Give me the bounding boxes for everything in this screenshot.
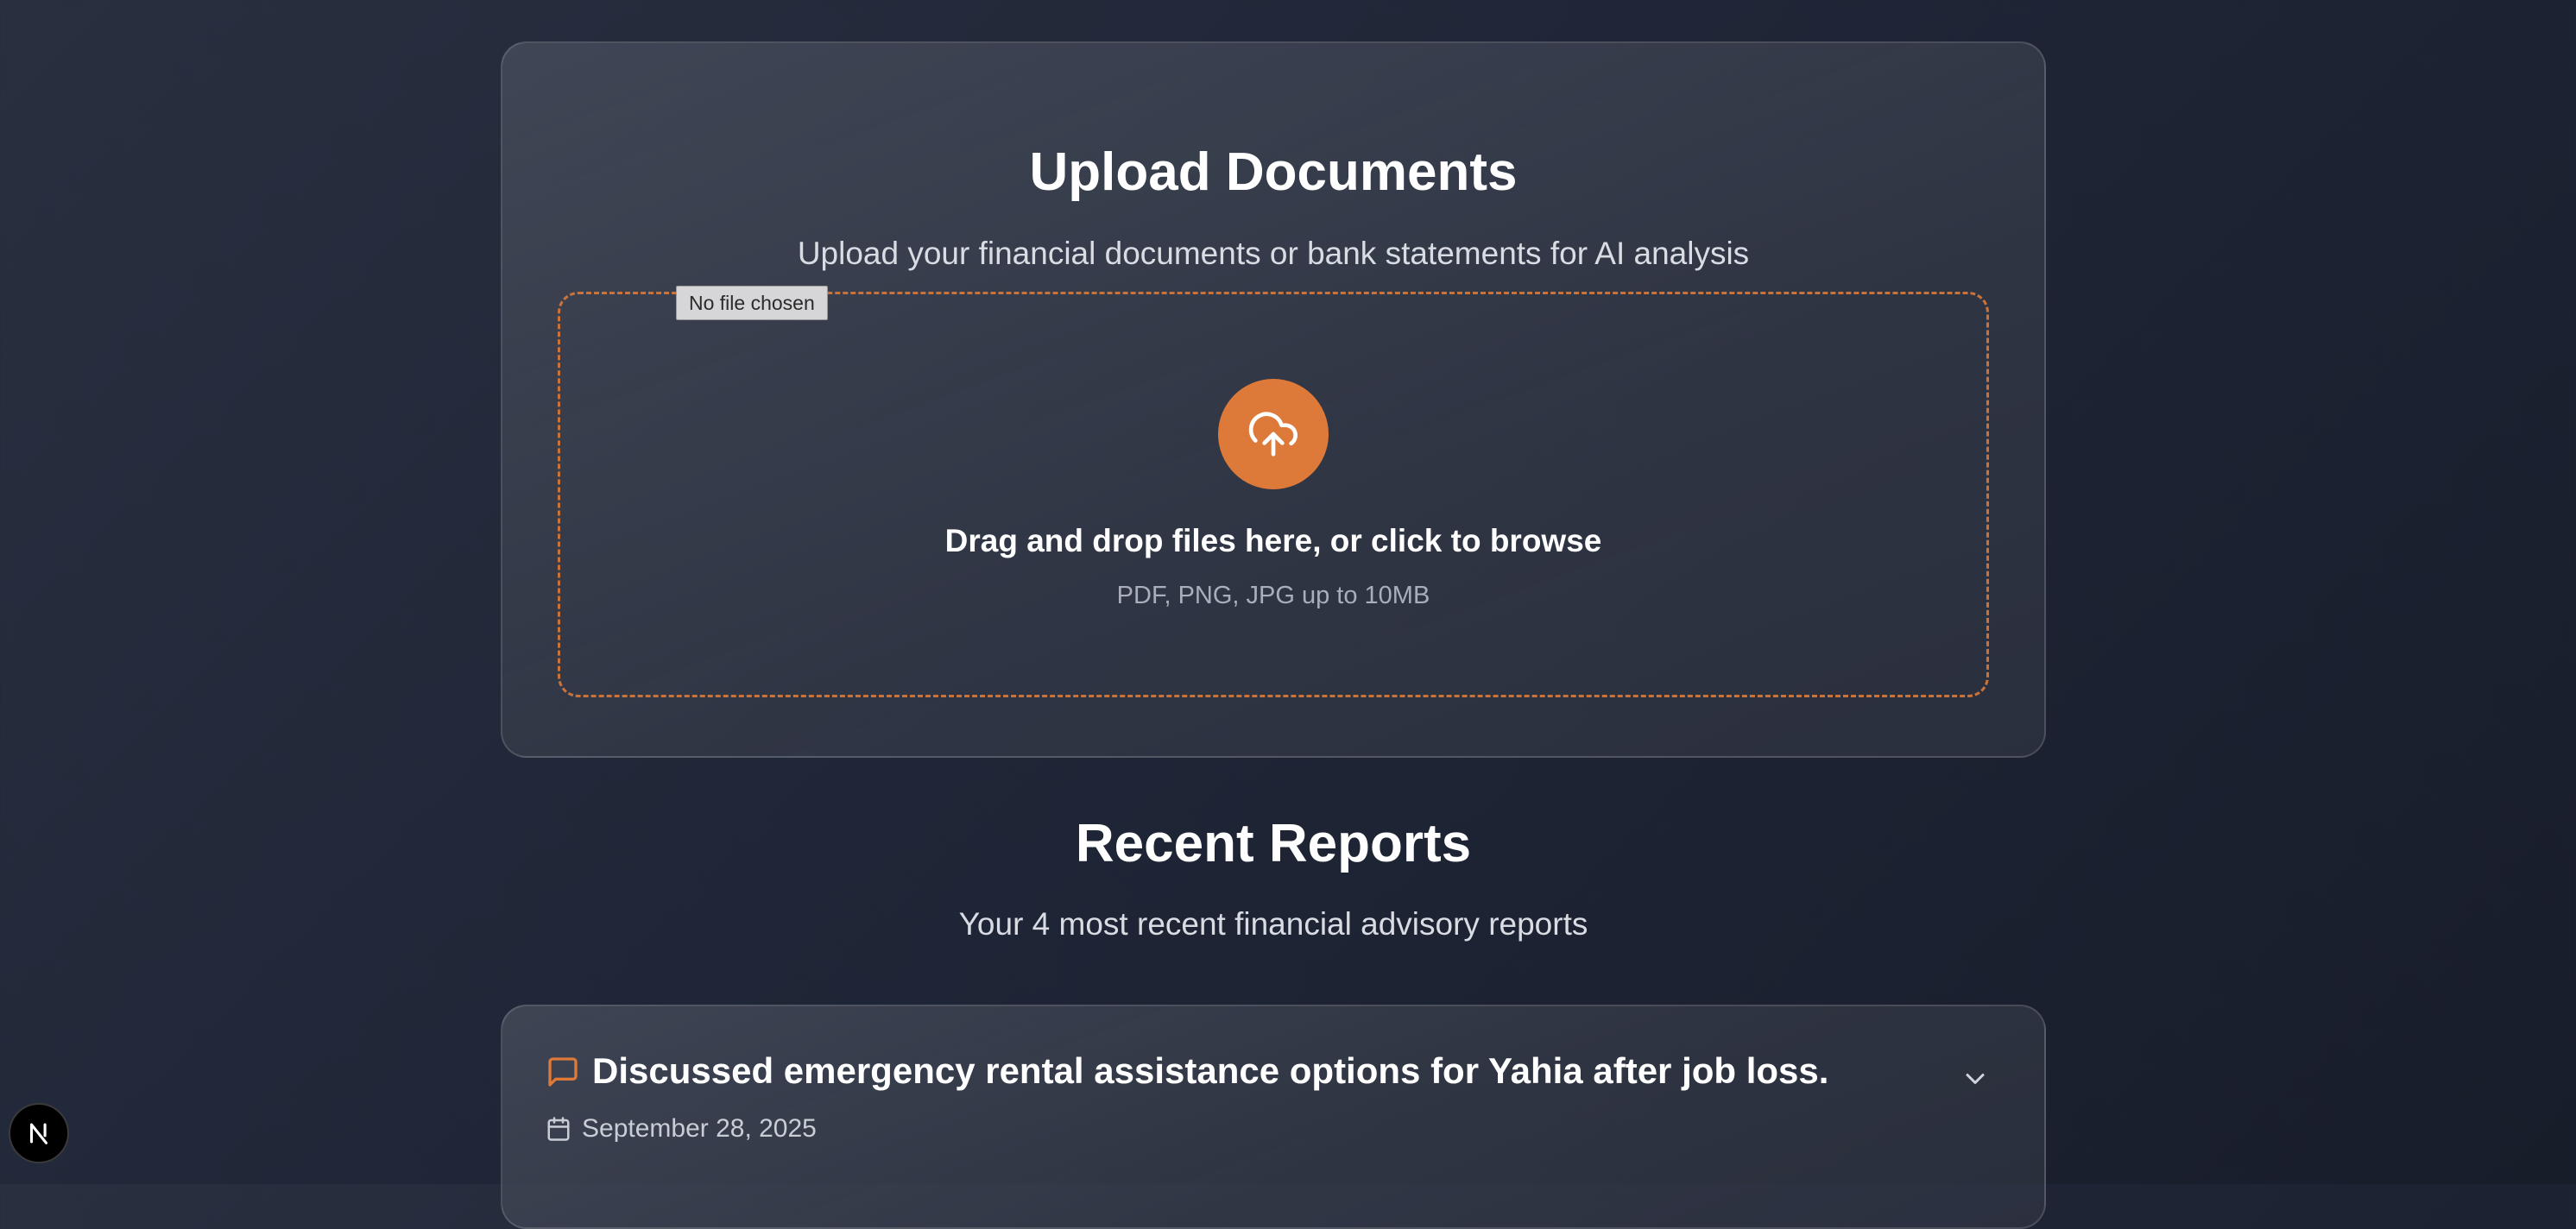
nextjs-dev-badge[interactable] [9,1103,69,1163]
file-input-status[interactable]: No file chosen [676,286,828,320]
report-card[interactable]: Discussed emergency rental assistance op… [501,1005,2046,1229]
recent-reports-title: Recent Reports [1075,814,1472,873]
drop-instruction: Drag and drop files here, or click to br… [944,523,1602,558]
upload-subtitle: Upload your financial documents or bank … [797,236,1750,271]
report-date: September 28, 2025 [582,1114,817,1143]
calendar-icon [547,1117,570,1141]
file-type-hint: PDF, PNG, JPG up to 10MB [1116,582,1430,609]
upload-title: Upload Documents [1029,142,1518,202]
cloud-upload-icon [1248,412,1297,457]
file-dropzone[interactable]: No file chosen Drag and drop files here,… [558,286,1989,697]
report-title: Discussed emergency rental assistance op… [592,1050,1829,1091]
upload-icon-circle [1218,379,1329,489]
nextjs-logo-icon [29,1123,48,1144]
upload-card: Upload Documents Upload your financial d… [501,41,2046,758]
chevron-down-icon[interactable] [1960,1063,1991,1094]
report-date-row: September 28, 2025 [546,1112,817,1146]
recent-reports-subtitle: Your 4 most recent financial advisory re… [958,906,1588,942]
message-square-icon [548,1057,578,1087]
